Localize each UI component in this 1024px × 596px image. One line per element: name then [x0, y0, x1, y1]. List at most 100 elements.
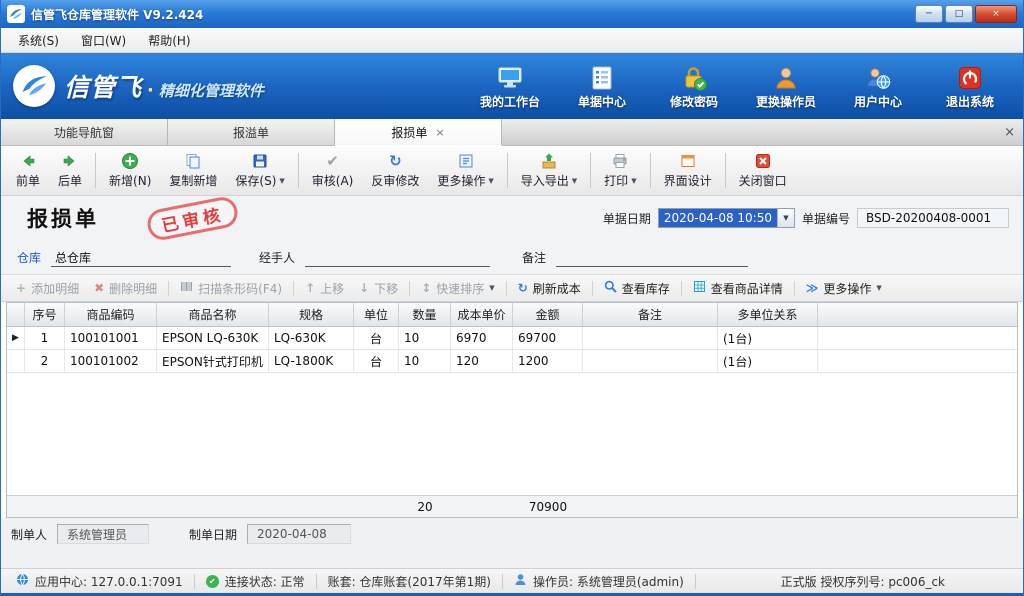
- caret-down-icon: ▼: [631, 177, 636, 185]
- grid-summary-row: 20 70900: [7, 495, 1017, 517]
- delete-cross-icon: ✖: [94, 282, 104, 295]
- maker-field: 系统管理员: [57, 524, 149, 544]
- button-label: 下移: [374, 280, 398, 297]
- save-button[interactable]: 保存(S)▼: [226, 148, 293, 193]
- button-label: 更多操作: [823, 280, 871, 297]
- minimize-button[interactable]: ─: [915, 5, 943, 23]
- button-label: 新增(N): [109, 172, 151, 189]
- tab-damage-doc[interactable]: 报损单 ×: [335, 119, 502, 146]
- cell-cost-price: 6970: [451, 327, 513, 349]
- row-selector-icon: ▶: [7, 327, 25, 349]
- column-header[interactable]: 商品名称: [157, 303, 269, 326]
- detail-toolbar-separator: [409, 281, 410, 296]
- more-operations-button[interactable]: 更多操作▼: [428, 148, 502, 193]
- operator-icon: [514, 573, 527, 589]
- button-label: 查看商品详情: [711, 280, 783, 297]
- column-header[interactable]: 备注: [583, 303, 718, 326]
- connection-ok-icon: ✔: [206, 575, 219, 588]
- quick-sort-button[interactable]: ↕ 快速排序 ▼: [414, 277, 501, 300]
- button-label: 更多操作: [437, 172, 485, 189]
- column-header[interactable]: 多单位关系: [718, 303, 818, 326]
- copy-new-button[interactable]: 复制新增: [160, 148, 226, 193]
- warehouse-field[interactable]: 总仓库: [51, 248, 231, 267]
- prev-doc-button[interactable]: 前单: [7, 148, 49, 193]
- tabbar-close-icon[interactable]: ×: [1004, 125, 1015, 140]
- doc-number-field[interactable]: BSD-20200408-0001: [857, 208, 1009, 228]
- banner-action-document-center[interactable]: 单据中心: [571, 63, 633, 110]
- tab-overflow-doc[interactable]: 报溢单: [168, 119, 335, 145]
- caret-down-icon: ▼: [279, 177, 284, 185]
- audit-button[interactable]: ✔ 审核(A): [303, 148, 363, 193]
- doc-date-field[interactable]: 2020-04-08 10:50 ▼: [658, 208, 795, 228]
- banner-action-exit[interactable]: 退出系统: [939, 63, 1001, 110]
- detail-toolbar-separator: [681, 281, 682, 296]
- grid-header-filler: [818, 303, 1017, 326]
- cell-amount: 1200: [513, 350, 583, 372]
- brand-name: 信管飞: [64, 68, 142, 104]
- button-label: 打印: [604, 172, 628, 189]
- banner-action-user-center[interactable]: 用户中心: [847, 63, 909, 110]
- banner-action-label: 单据中心: [578, 93, 626, 110]
- caret-down-icon: ▼: [489, 284, 494, 292]
- barcode-icon: [180, 280, 193, 296]
- table-row[interactable]: ▶ 1 100101001 EPSON LQ-630K LQ-630K 台 10…: [7, 327, 1017, 350]
- button-label: 查看库存: [622, 280, 670, 297]
- banner-action-workbench[interactable]: 我的工作台: [479, 63, 541, 110]
- column-header[interactable]: 序号: [25, 303, 65, 326]
- new-doc-button[interactable]: 新增(N): [100, 148, 160, 193]
- switch-operator-icon: [773, 63, 799, 91]
- menu-window[interactable]: 窗口(W): [70, 29, 137, 52]
- button-label: 审核(A): [312, 172, 354, 189]
- detail-more-operations-button[interactable]: ≫ 更多操作 ▼: [799, 277, 889, 300]
- next-doc-button[interactable]: 后单: [49, 148, 91, 193]
- scan-barcode-button[interactable]: 扫描条形码(F4): [173, 277, 289, 300]
- column-header[interactable]: 金额: [513, 303, 583, 326]
- date-dropdown-icon[interactable]: ▼: [777, 209, 794, 227]
- cell-spec: LQ-1800K: [269, 350, 354, 372]
- menu-system[interactable]: 系统(S): [7, 29, 70, 52]
- footer-fields: 制单人 系统管理员 制单日期 2020-04-08: [1, 518, 1023, 550]
- warehouse-label[interactable]: 仓库: [17, 249, 41, 266]
- view-stock-button[interactable]: 查看库存: [597, 277, 677, 300]
- menu-help[interactable]: 帮助(H): [137, 29, 201, 52]
- cell-product-code: 100101001: [65, 327, 157, 349]
- column-header[interactable]: 单位: [354, 303, 399, 326]
- column-header[interactable]: 数量: [399, 303, 451, 326]
- connection-text: 连接状态: 正常: [225, 573, 305, 590]
- tab-close-icon[interactable]: ×: [435, 126, 444, 139]
- refresh-cost-button[interactable]: ↻ 刷新成本: [511, 277, 588, 300]
- app-logo-icon: [7, 5, 25, 23]
- remark-field[interactable]: [556, 248, 748, 267]
- close-button[interactable]: ×: [975, 5, 1017, 23]
- view-product-detail-button[interactable]: 查看商品详情: [686, 277, 790, 300]
- ui-design-button[interactable]: 界面设计: [655, 148, 721, 193]
- print-button[interactable]: 打印▼: [595, 148, 645, 193]
- cell-remark: [583, 350, 718, 372]
- banner-action-label: 修改密码: [670, 93, 718, 110]
- unaudit-button[interactable]: ↻ 反审修改: [362, 148, 428, 193]
- doc-date-value[interactable]: 2020-04-08 10:50: [659, 209, 777, 227]
- remark-label: 备注: [522, 249, 546, 266]
- button-label: 保存(S): [235, 172, 276, 189]
- handler-field[interactable]: [305, 248, 490, 267]
- import-export-button[interactable]: 导入导出▼: [512, 148, 586, 193]
- doc-date-label: 单据日期: [603, 210, 651, 227]
- maximize-button[interactable]: □: [945, 5, 973, 23]
- column-header[interactable]: 商品编码: [65, 303, 157, 326]
- magnifier-icon: [604, 280, 617, 296]
- banner-action-change-password[interactable]: 修改密码: [663, 63, 725, 110]
- add-detail-button[interactable]: + 添加明细: [9, 277, 86, 300]
- column-header[interactable]: 成本单价: [451, 303, 513, 326]
- move-up-button[interactable]: ↑ 上移: [298, 277, 351, 300]
- caret-down-icon: ▼: [572, 177, 577, 185]
- banner-action-switch-operator[interactable]: 更换操作员: [755, 63, 817, 110]
- tab-function-nav[interactable]: 功能导航窗: [1, 119, 168, 145]
- table-row[interactable]: 2 100101002 EPSON针式打印机 LQ-1800K 台 10 120…: [7, 350, 1017, 373]
- app-center-text: 应用中心: 127.0.0.1:7091: [35, 573, 183, 590]
- move-down-button[interactable]: ↓ 下移: [352, 277, 405, 300]
- close-window-button[interactable]: 关闭窗口: [730, 148, 796, 193]
- delete-detail-button[interactable]: ✖ 删除明细: [87, 277, 164, 300]
- cell-filler: [818, 327, 1017, 349]
- column-header[interactable]: 规格: [269, 303, 354, 326]
- cell-product-name: EPSON LQ-630K: [157, 327, 269, 349]
